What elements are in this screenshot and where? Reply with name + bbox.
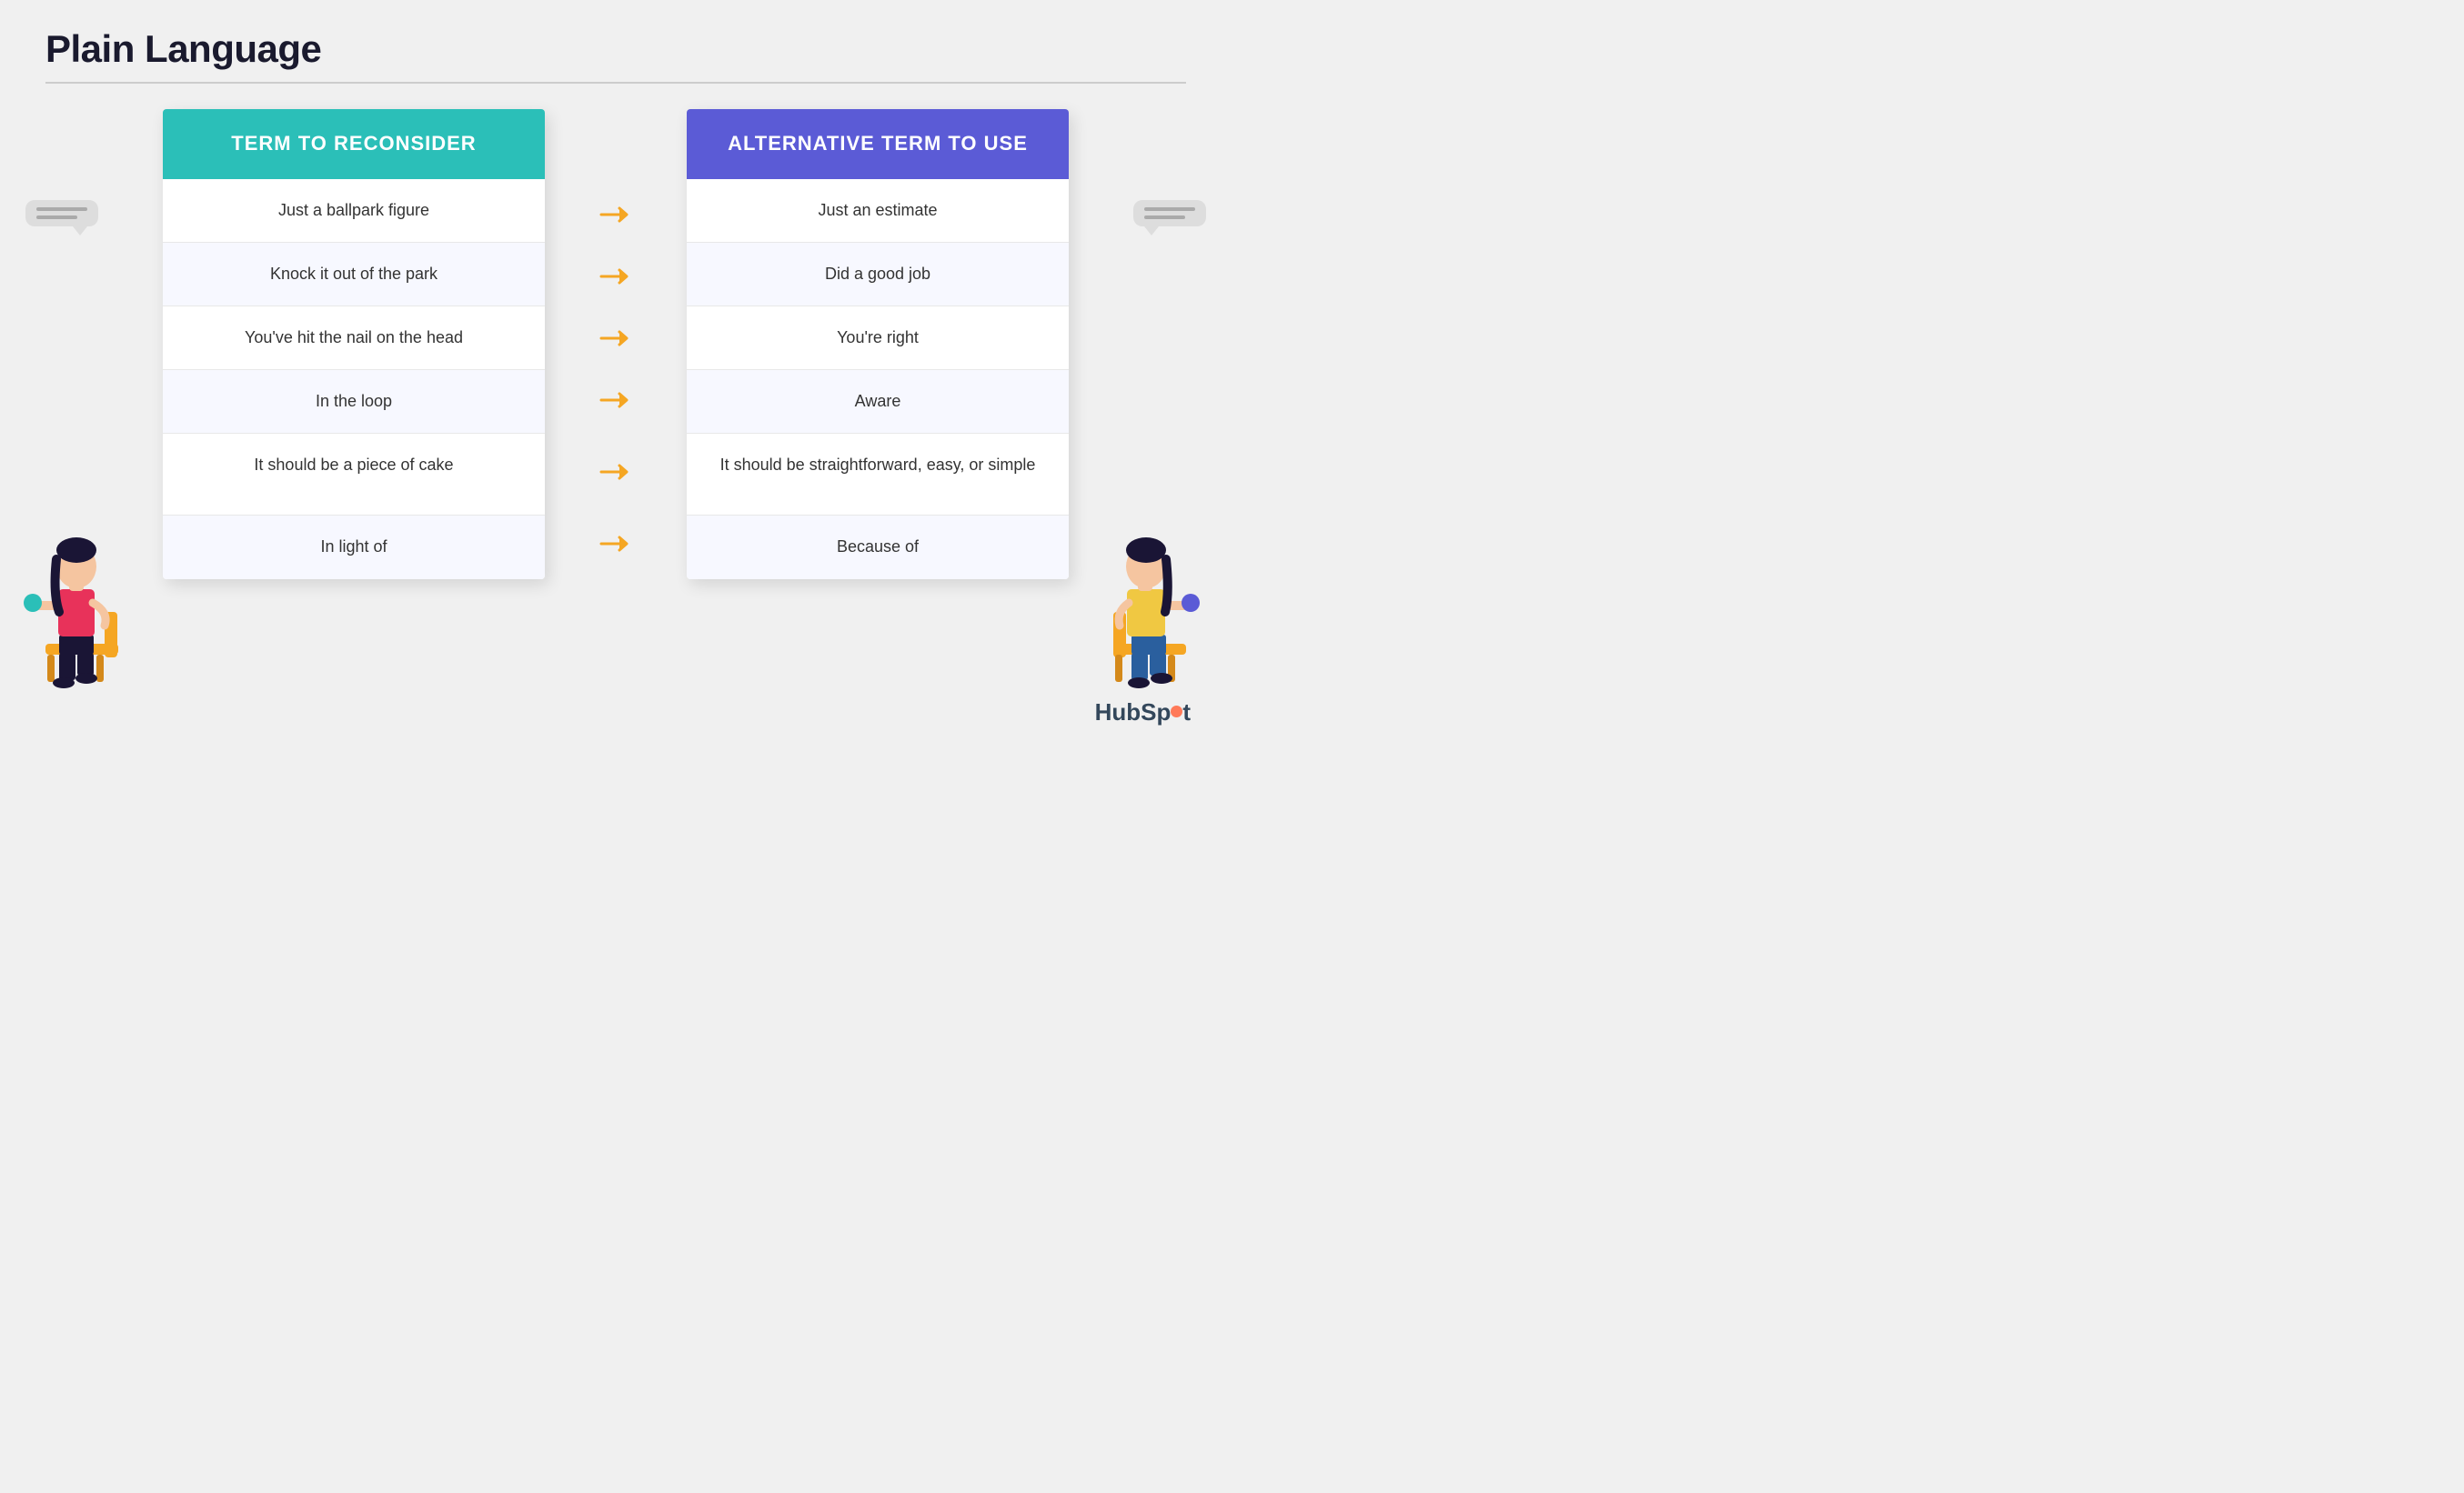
hubspot-dot-container [1171, 706, 1182, 718]
arrow-6 [599, 513, 632, 575]
alternative-term-header: ALTERNATIVE TERM TO USE [687, 109, 1069, 179]
hubspot-dot-icon [1171, 706, 1182, 717]
term-to-reconsider-header: TERM TO RECONSIDER [163, 109, 545, 179]
arrow-3 [599, 307, 632, 369]
alt-row-1: Just an estimate [687, 179, 1069, 243]
main-content: TERM TO RECONSIDER Just a ballpark figur… [45, 109, 1186, 579]
arrow-5 [599, 431, 632, 513]
term-row-4: In the loop [163, 370, 545, 434]
alternative-term-body: Just an estimate Did a good job You're r… [687, 179, 1069, 579]
term-to-reconsider-body: Just a ballpark figure Knock it out of t… [163, 179, 545, 579]
term-to-reconsider-table: TERM TO RECONSIDER Just a ballpark figur… [163, 109, 545, 579]
hubspot-logo: HubSp t [1095, 698, 1191, 726]
hubspot-text: HubSp [1095, 698, 1172, 726]
illustration-person-right [1081, 494, 1213, 703]
alt-row-5: It should be straightforward, easy, or s… [687, 434, 1069, 516]
title-divider [45, 82, 1186, 84]
arrow-1 [599, 184, 632, 245]
term-row-6: In light of [163, 516, 545, 578]
alt-row-2: Did a good job [687, 243, 1069, 306]
page-container: Plain Language TERM TO RECONSIDER Just a… [0, 0, 1232, 746]
term-row-5: It should be a piece of cake [163, 434, 545, 516]
term-row-2: Knock it out of the park [163, 243, 545, 306]
alternative-term-table: ALTERNATIVE TERM TO USE Just an estimate… [687, 109, 1069, 579]
hubspot-text-end: t [1182, 698, 1191, 726]
alt-row-3: You're right [687, 306, 1069, 370]
arrow-4 [599, 369, 632, 431]
arrow-2 [599, 245, 632, 307]
arrows-column [599, 109, 632, 575]
term-row-3: You've hit the nail on the head [163, 306, 545, 370]
tables-wrapper: TERM TO RECONSIDER Just a ballpark figur… [163, 109, 1069, 579]
alt-row-6: Because of [687, 516, 1069, 578]
alt-row-4: Aware [687, 370, 1069, 434]
term-row-1: Just a ballpark figure [163, 179, 545, 243]
illustration-person-left [18, 494, 150, 703]
page-title: Plain Language [45, 27, 1186, 71]
